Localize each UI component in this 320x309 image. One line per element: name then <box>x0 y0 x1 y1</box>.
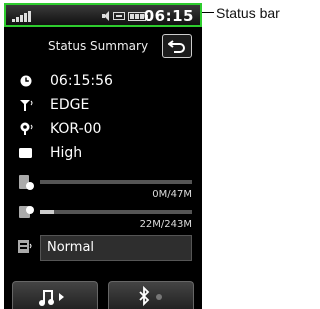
antenna-icon <box>18 98 34 112</box>
music-play-icon <box>39 290 64 306</box>
message-icon <box>113 12 125 20</box>
back-arrow-icon <box>168 40 185 53</box>
speaker-icon <box>102 11 110 21</box>
clock-icon <box>18 74 34 88</box>
phone-memory-icon <box>18 175 34 195</box>
signal-strength-icon <box>12 10 34 22</box>
phone-memory-label: 0M/47M <box>152 189 192 200</box>
music-player-button[interactable] <box>12 281 98 309</box>
status-clock: 06:15 <box>143 7 194 25</box>
time-row: 06:15:56 <box>18 72 113 90</box>
bluetooth-button[interactable] <box>108 281 194 309</box>
battery-icon <box>18 146 34 160</box>
external-memory-icon <box>18 205 34 225</box>
operator-row: KOR-00 <box>18 120 101 138</box>
annotation-label: Status bar <box>216 5 280 21</box>
phone-screen: 06:15 Status Summary 06:15:56 EDGE KOR-0… <box>4 3 202 309</box>
time-value: 06:15:56 <box>50 73 113 89</box>
external-memory-label: 22M/243M <box>139 219 192 230</box>
status-bar[interactable]: 06:15 <box>4 3 202 27</box>
phone-memory-bar <box>40 180 192 184</box>
operator-value: KOR-00 <box>50 121 102 137</box>
battery-value: High <box>50 145 83 161</box>
profile-select[interactable]: Normal <box>40 235 192 261</box>
back-button[interactable] <box>162 34 192 58</box>
network-type-row: EDGE <box>18 96 89 114</box>
network-type-value: EDGE <box>50 97 90 113</box>
page-title: Status Summary <box>48 39 149 53</box>
battery-row: High <box>18 144 82 162</box>
network-icon <box>18 122 34 136</box>
annotation-leader-line <box>202 12 214 13</box>
bluetooth-icon <box>139 285 162 307</box>
external-memory-bar <box>40 210 192 214</box>
